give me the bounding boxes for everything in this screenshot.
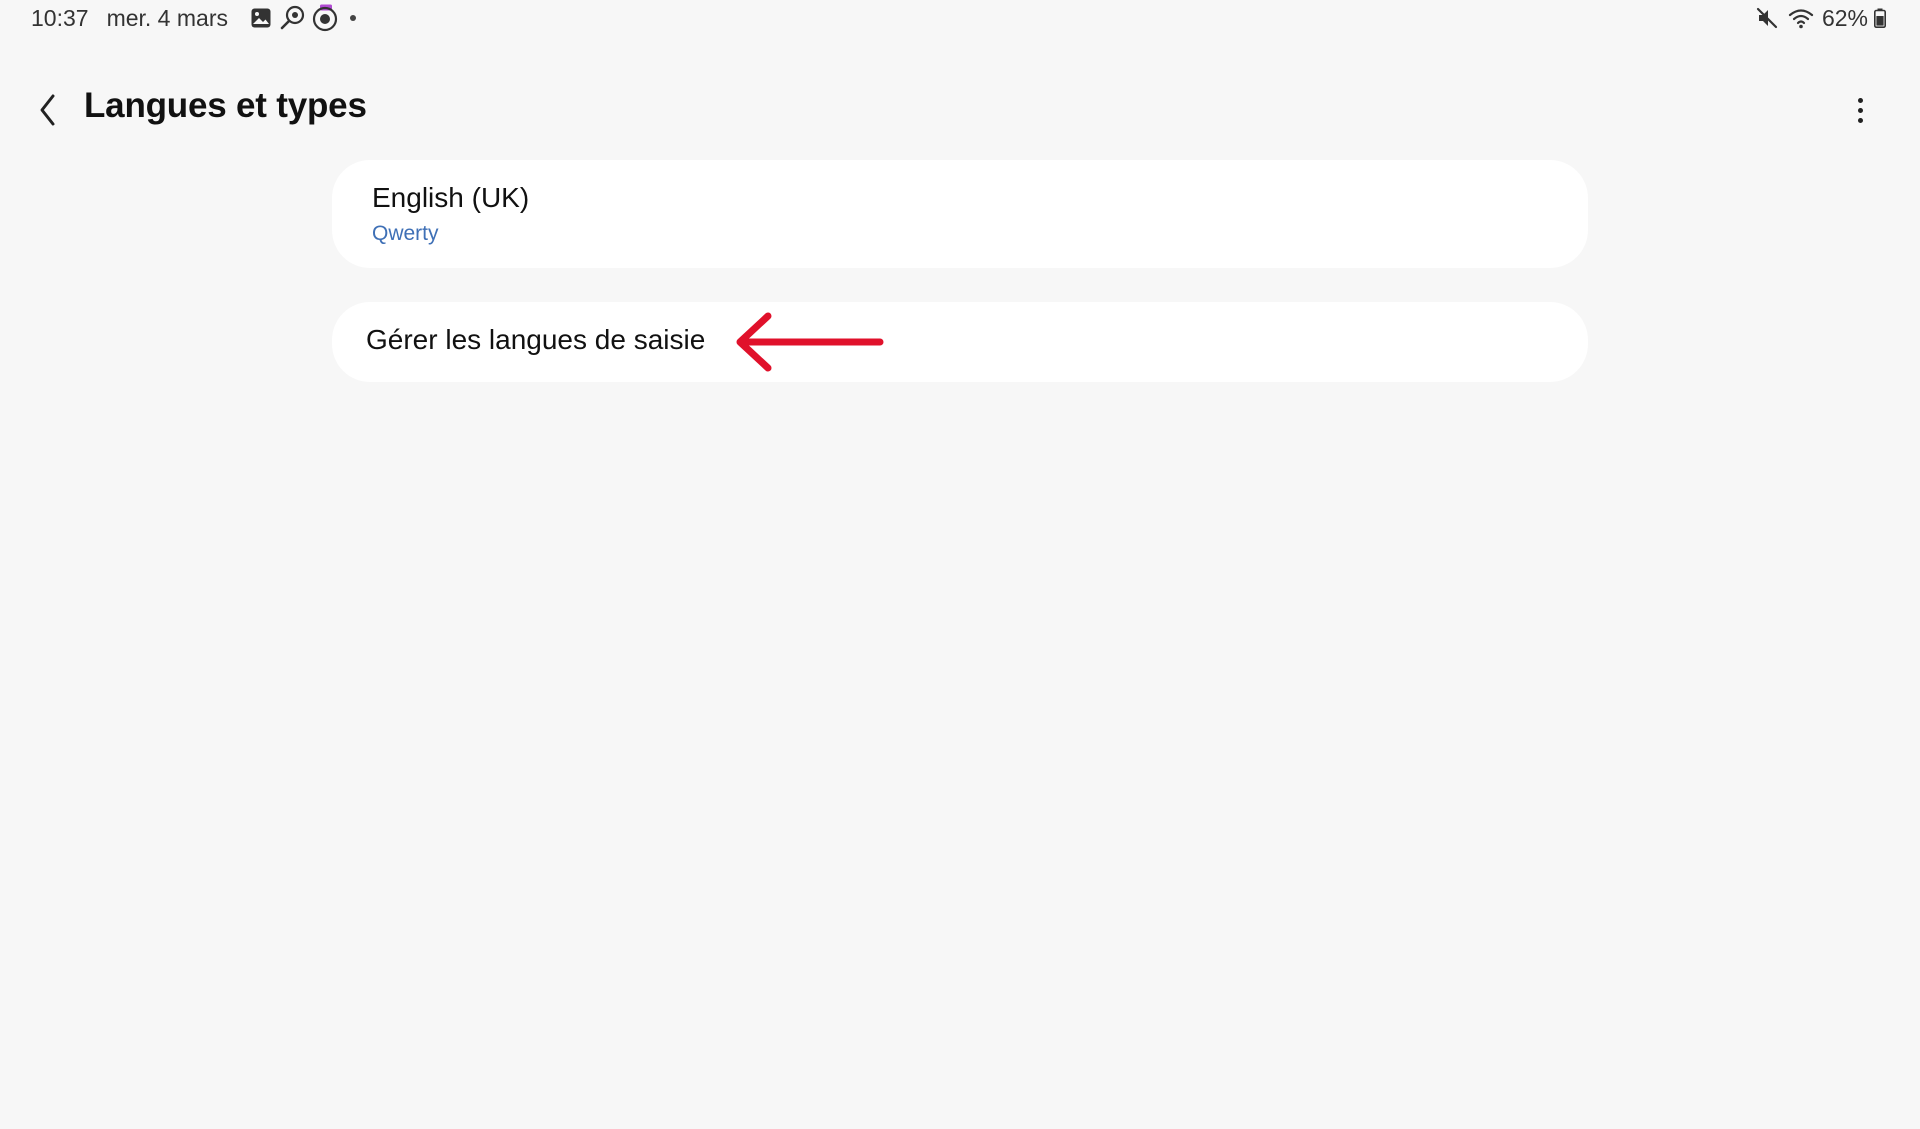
more-vertical-icon (1857, 107, 1863, 113)
battery-icon (1872, 4, 1888, 32)
keyboard-layout-label: Qwerty (372, 222, 439, 245)
wifi-icon (1786, 4, 1816, 32)
more-vertical-icon (1857, 117, 1863, 123)
language-name: English (UK) (372, 182, 530, 213)
language-item-english-uk[interactable]: English (UK) Qwerty (332, 160, 1588, 268)
search-location-icon (278, 4, 308, 32)
chevron-left-icon (40, 94, 55, 126)
more-vertical-icon (1857, 97, 1863, 103)
back-button[interactable] (28, 90, 68, 130)
manage-input-languages-button[interactable]: Gérer les langues de saisie (332, 302, 1588, 382)
status-right: 62% (1752, 4, 1892, 32)
mute-icon (1752, 4, 1782, 32)
notification-dot (349, 15, 356, 21)
status-date: mer. 4 mars (106, 4, 228, 31)
camera-app-icon (310, 4, 340, 32)
status-bar: 10:37 mer. 4 mars 62% (0, 0, 1920, 36)
app-header: Langues et types (0, 70, 1920, 150)
status-time: 10:37 (31, 4, 89, 31)
settings-screen: 10:37 mer. 4 mars 62% Langues et types E… (0, 0, 1920, 1129)
battery-percent: 62% (1821, 4, 1868, 31)
gallery-icon (246, 4, 276, 32)
page-title: Langues et types (84, 86, 367, 125)
manage-input-languages-label: Gérer les langues de saisie (366, 324, 706, 355)
arrow-left-icon (736, 312, 884, 372)
status-left: 10:37 mer. 4 mars (31, 4, 356, 32)
more-options-button[interactable] (1848, 90, 1872, 130)
